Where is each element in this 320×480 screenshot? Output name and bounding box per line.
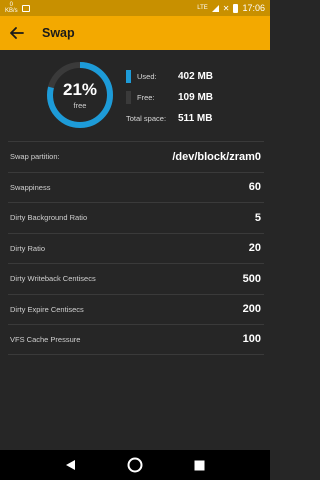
legend-free: Free: 109 MB [126, 87, 256, 108]
nav-home-button[interactable] [122, 452, 148, 478]
arrow-left-icon [10, 27, 24, 39]
navigation-bar [0, 450, 270, 480]
used-swatch [126, 70, 131, 83]
stat-value: 500 [242, 272, 261, 285]
stat-label: Dirty Ratio [10, 243, 46, 253]
free-value: 109 MB [178, 92, 214, 103]
nav-back-button[interactable] [57, 452, 83, 478]
stat-label: Swap partition: [10, 152, 60, 162]
stat-label: Swappiness [10, 182, 51, 192]
total-value: 511 MB [178, 113, 213, 124]
triangle-back-icon [65, 460, 75, 470]
swap-summary: 21% free Used: 402 MB Free: 109 MB Total… [0, 50, 270, 135]
stat-value: 5 [254, 211, 261, 224]
home-circle-icon [127, 457, 143, 473]
swap-settings-list: Swap partition: /dev/block/zram0 Swappin… [8, 141, 264, 355]
stat-value: 20 [248, 242, 261, 255]
stat-row-dirty-background-ratio[interactable]: Dirty Background Ratio 5 [8, 202, 264, 233]
stat-value: 200 [242, 303, 261, 316]
stat-label: Dirty Expire Centisecs [10, 304, 84, 314]
app-bar: Swap [0, 16, 270, 50]
stat-value: 100 [242, 333, 261, 346]
stat-label: VFS Cache Pressure [10, 334, 81, 344]
legend-used: Used: 402 MB [126, 66, 256, 87]
stat-row-vfs-cache-pressure[interactable]: VFS Cache Pressure 100 [8, 324, 264, 355]
nav-recents-button[interactable] [187, 452, 213, 478]
total-label: Total space: [126, 114, 167, 123]
free-percent: 21% [62, 80, 98, 99]
used-label: Used: [137, 72, 157, 81]
stat-label: Dirty Writeback Centisecs [10, 274, 96, 284]
no-signal-icon: ✕ [222, 3, 230, 13]
stat-value: /dev/block/zram0 [172, 150, 261, 163]
stat-row-swap-partition[interactable]: Swap partition: /dev/block/zram0 [8, 141, 264, 172]
legend-total: Total space: 511 MB [126, 108, 256, 129]
signal-icon [211, 4, 219, 12]
swap-legend: Used: 402 MB Free: 109 MB Total space: 5… [126, 66, 256, 129]
stat-value: 60 [248, 181, 261, 194]
stat-row-swappiness[interactable]: Swappiness 60 [8, 171, 264, 203]
stat-row-dirty-expire-centisecs[interactable]: Dirty Expire Centisecs 200 [8, 293, 264, 325]
image-notification-icon [21, 4, 30, 12]
gauge-center-text: 21% free [45, 60, 115, 130]
back-button[interactable] [0, 16, 34, 50]
network-speed-unit: KB/s [5, 8, 18, 14]
square-recents-icon [194, 460, 205, 470]
stat-row-dirty-ratio[interactable]: Dirty Ratio 20 [8, 232, 264, 264]
used-value: 402 MB [178, 71, 214, 82]
stat-label: Dirty Background Ratio [10, 213, 88, 223]
battery-icon [233, 3, 239, 13]
free-swatch [126, 91, 131, 104]
page-title: Swap [42, 26, 75, 40]
free-label-legend: Free: [137, 93, 155, 102]
stat-row-dirty-writeback-centisecs[interactable]: Dirty Writeback Centisecs 500 [8, 263, 264, 294]
free-label: free [73, 101, 87, 110]
network-type: LTE [197, 5, 208, 11]
status-bar: 0 KB/s LTE ✕ 17:06 [0, 0, 270, 16]
clock: 17:06 [242, 3, 265, 13]
